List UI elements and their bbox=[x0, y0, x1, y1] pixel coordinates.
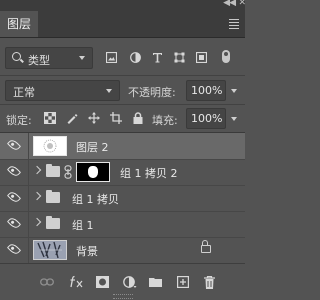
layer-thumbnail bbox=[33, 240, 67, 260]
lock-artboard-icon[interactable] bbox=[110, 112, 122, 124]
layer-mask-thumbnail[interactable] bbox=[76, 162, 110, 182]
tab-layers[interactable]: 图层 bbox=[0, 11, 38, 37]
visibility-toggle[interactable] bbox=[0, 211, 29, 237]
layer-name: 组 1 拷贝 bbox=[72, 193, 119, 206]
fill-field[interactable]: 100% bbox=[186, 108, 226, 129]
opacity-field[interactable]: 100% bbox=[186, 80, 226, 101]
fill-label: 填充: bbox=[152, 114, 178, 127]
opacity-dropdown-icon[interactable] bbox=[231, 89, 237, 93]
lock-position-icon[interactable] bbox=[88, 112, 100, 124]
visibility-toggle[interactable] bbox=[0, 185, 29, 211]
folder-icon bbox=[46, 190, 60, 203]
filter-row: 类型 bbox=[0, 44, 245, 74]
opacity-label: 不透明度: bbox=[128, 86, 176, 99]
new-layer-icon[interactable] bbox=[177, 276, 189, 288]
chevron-right-icon[interactable] bbox=[32, 165, 42, 175]
mask-link-icon[interactable] bbox=[64, 165, 72, 179]
filter-adjustment-icon[interactable] bbox=[130, 52, 141, 63]
panel-tab-bar: 图层 bbox=[0, 11, 245, 38]
link-icon[interactable] bbox=[40, 277, 54, 287]
lock-label: 锁定: bbox=[6, 114, 32, 127]
blend-mode-value: 正常 bbox=[13, 86, 35, 99]
layer-name: 组 1 bbox=[72, 219, 94, 232]
layer-thumbnail bbox=[33, 136, 67, 156]
lock-transparent-pixels-icon[interactable] bbox=[44, 112, 56, 124]
resize-grip[interactable] bbox=[113, 294, 133, 299]
chevron-right-icon[interactable] bbox=[32, 217, 42, 227]
filter-shape-icon[interactable] bbox=[174, 52, 185, 63]
filter-type-icon[interactable] bbox=[152, 52, 163, 63]
layer-name: 图层 2 bbox=[76, 141, 109, 154]
layer-row-group-1-copy-2[interactable]: 组 1 拷贝 2 bbox=[0, 159, 245, 186]
fill-dropdown-icon[interactable] bbox=[231, 117, 237, 121]
layer-name: 组 1 拷贝 2 bbox=[120, 167, 178, 180]
folder-icon bbox=[46, 164, 60, 177]
eye-icon bbox=[6, 163, 22, 179]
lock-all-icon[interactable] bbox=[132, 112, 144, 124]
close-panel-icon[interactable]: ✕ bbox=[238, 0, 246, 8]
lock-icon bbox=[201, 240, 211, 253]
layer-name: 背景 bbox=[76, 245, 98, 258]
layer-row-group-1[interactable]: 组 1 bbox=[0, 211, 245, 238]
lock-image-pixels-icon[interactable] bbox=[66, 112, 78, 124]
chevron-down-icon bbox=[79, 56, 85, 60]
adjustment-layer-icon[interactable] bbox=[123, 276, 137, 289]
folder-icon bbox=[46, 216, 60, 229]
lock-row: 锁定: 填充: 100% bbox=[0, 106, 245, 132]
divider bbox=[0, 104, 245, 105]
eye-icon bbox=[6, 215, 22, 231]
collapse-panel-icon[interactable]: ◀◀ bbox=[223, 0, 236, 8]
visibility-toggle[interactable] bbox=[0, 237, 29, 263]
blend-mode-select[interactable]: 正常 bbox=[5, 80, 120, 101]
chevron-down-icon bbox=[106, 89, 112, 93]
fill-value: 100% bbox=[191, 112, 223, 125]
panel-menu-icon[interactable] bbox=[229, 19, 239, 31]
layers-list: 图层 2 组 1 拷贝 2 组 1 拷贝 组 1 背景 bbox=[0, 133, 245, 264]
filter-kind-label: 类型 bbox=[28, 54, 50, 67]
bottom-toolbar bbox=[0, 263, 245, 300]
layer-row-background[interactable]: 背景 bbox=[0, 237, 245, 264]
chevron-right-icon[interactable] bbox=[32, 191, 42, 201]
layers-panel: ◀◀ ✕ 图层 类型 正常 不透明度: 100% 锁定: 填充: 100% 图层… bbox=[0, 0, 246, 300]
panel-title-strip: ◀◀ ✕ bbox=[0, 0, 246, 11]
visibility-toggle[interactable] bbox=[0, 133, 29, 159]
search-icon bbox=[12, 52, 21, 61]
layer-row-layer-2[interactable]: 图层 2 bbox=[0, 133, 245, 160]
filter-toggle[interactable] bbox=[222, 50, 230, 63]
fx-icon[interactable] bbox=[69, 275, 84, 288]
filter-smart-object-icon[interactable] bbox=[196, 52, 207, 63]
layer-row-group-1-copy[interactable]: 组 1 拷贝 bbox=[0, 185, 245, 212]
filter-pixel-icon[interactable] bbox=[106, 52, 117, 63]
add-mask-icon[interactable] bbox=[96, 276, 109, 288]
opacity-value: 100% bbox=[191, 84, 223, 97]
new-group-icon[interactable] bbox=[149, 276, 162, 287]
eye-icon bbox=[6, 137, 22, 153]
divider bbox=[0, 75, 245, 76]
eye-icon bbox=[6, 189, 22, 205]
trash-icon[interactable] bbox=[204, 276, 215, 289]
eye-icon bbox=[6, 241, 22, 257]
visibility-toggle[interactable] bbox=[0, 159, 29, 185]
filter-kind-select[interactable]: 类型 bbox=[5, 47, 93, 69]
blend-row: 正常 不透明度: 100% bbox=[0, 78, 245, 104]
